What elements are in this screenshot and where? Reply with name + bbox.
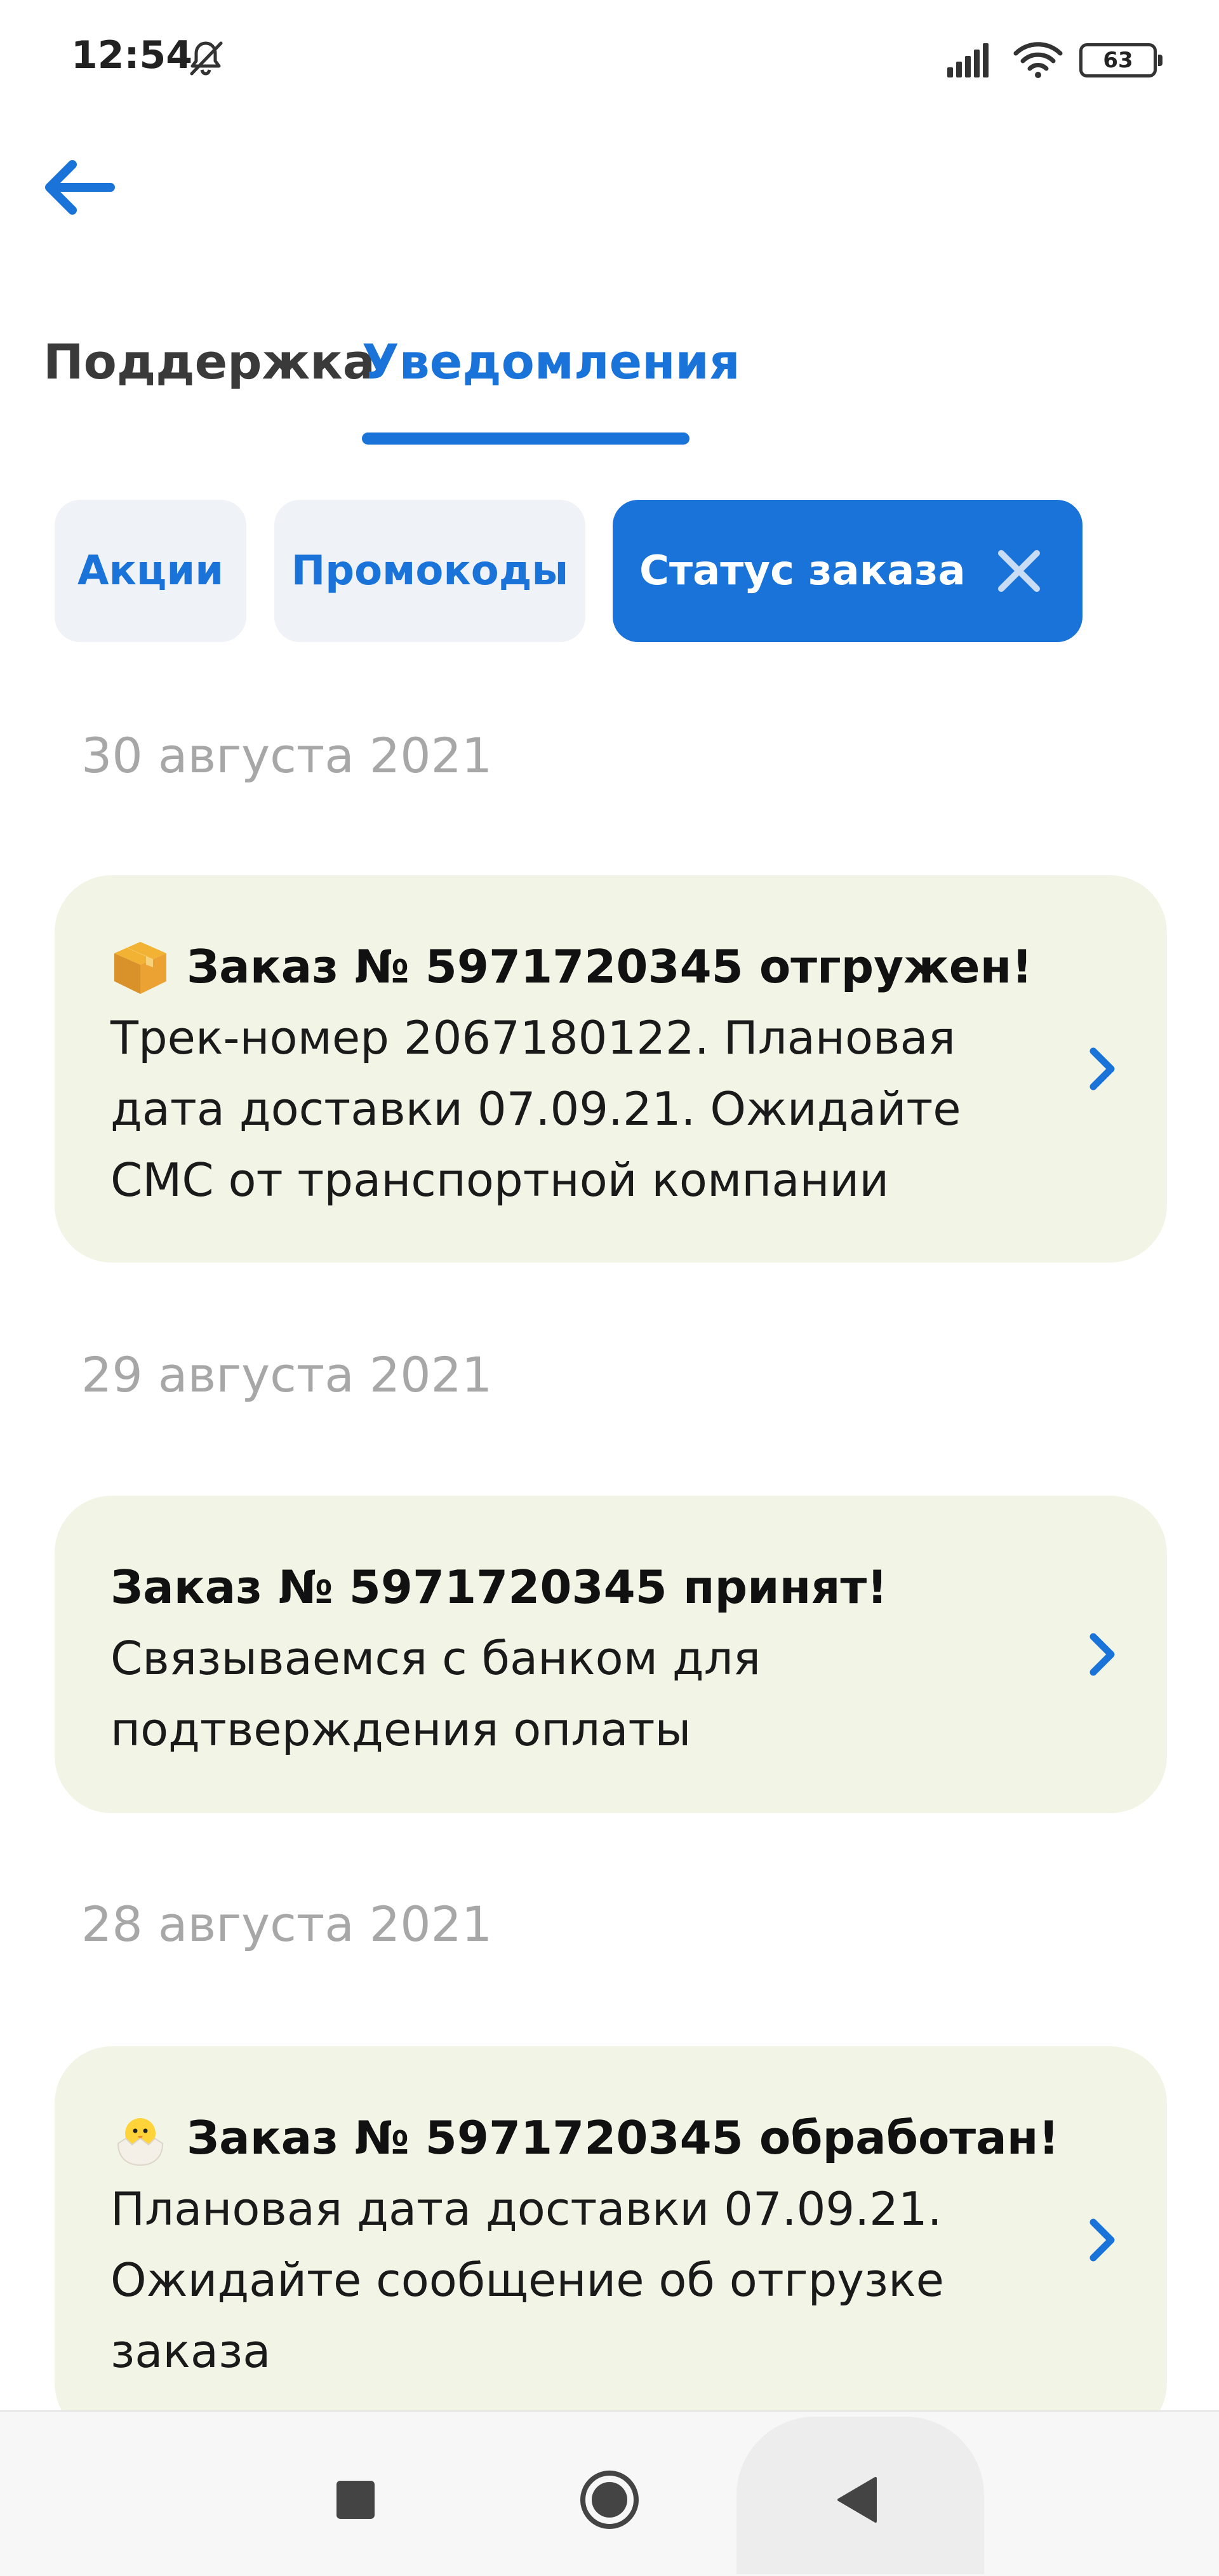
filter-chip-label: Статус заказа	[639, 547, 966, 594]
chevron-right-icon	[1089, 1047, 1115, 1090]
wifi-icon	[1013, 42, 1063, 78]
home-button[interactable]	[571, 2455, 648, 2544]
bell-off-icon	[190, 41, 223, 76]
hatching-chick-icon	[117, 2118, 164, 2166]
notification-date: 29 августа 2021	[81, 1346, 493, 1403]
filter-chip-label: Акции	[77, 547, 224, 594]
signal-icon	[947, 43, 989, 77]
battery-icon: 63	[1079, 43, 1162, 77]
filter-chip-label: Промокоды	[291, 547, 569, 594]
notification-date: 30 августа 2021	[81, 727, 493, 784]
chevron-right-icon	[1089, 2218, 1115, 2262]
status-time: 12:54	[71, 33, 192, 77]
back-button[interactable]	[38, 152, 121, 222]
notification-date: 28 августа 2021	[81, 1896, 493, 1952]
notification-title-text: Заказ № 5971720345 отгружен!	[187, 940, 1033, 993]
notification-title: Заказ № 5971720345 обработан!	[110, 2102, 1059, 2173]
system-back-button[interactable]	[819, 2455, 895, 2544]
notification-title-text: Заказ № 5971720345 обработан!	[187, 2111, 1060, 2164]
package-icon	[114, 942, 166, 994]
tab-support[interactable]: Поддержка	[43, 333, 375, 390]
square-icon	[336, 2481, 375, 2519]
recents-button[interactable]	[317, 2462, 394, 2538]
arrow-left-icon	[45, 160, 115, 215]
notification-body: Связываемся с банком для подтверждения о…	[110, 1632, 761, 1756]
close-icon	[998, 550, 1040, 592]
notification-card[interactable]: Заказ № 5971720345 отгружен! Трек-номер …	[55, 875, 1167, 1263]
circle-icon	[580, 2471, 639, 2529]
status-bar: 12:54 63	[0, 0, 1219, 121]
battery-level: 63	[1103, 48, 1133, 73]
active-tab-indicator	[362, 433, 689, 445]
clear-filter-button[interactable]	[987, 539, 1051, 603]
notification-title-text: Заказ № 5971720345 принят!	[110, 1560, 888, 1614]
filter-chip-order-status[interactable]: Статус заказа	[613, 500, 1082, 642]
notification-card[interactable]: Заказ № 5971720345 принят! Связываемся с…	[55, 1496, 1167, 1813]
triangle-back-icon	[837, 2477, 877, 2523]
filter-chip-promocodes[interactable]: Промокоды	[274, 500, 585, 642]
notification-body: Трек-номер 2067180122. Плановая дата дос…	[110, 1011, 961, 1207]
filter-chip-promotions[interactable]: Акции	[55, 500, 246, 642]
notification-body: Плановая дата доставки 07.09.21. Ожидайт…	[110, 2182, 944, 2378]
notification-title: Заказ № 5971720345 принят!	[110, 1552, 1015, 1623]
notification-card[interactable]: Заказ № 5971720345 обработан! Плановая д…	[55, 2046, 1167, 2440]
notification-title: Заказ № 5971720345 отгружен!	[110, 931, 1032, 1002]
chevron-right-icon	[1089, 1633, 1115, 1676]
tab-notifications[interactable]: Уведомления	[362, 333, 740, 390]
